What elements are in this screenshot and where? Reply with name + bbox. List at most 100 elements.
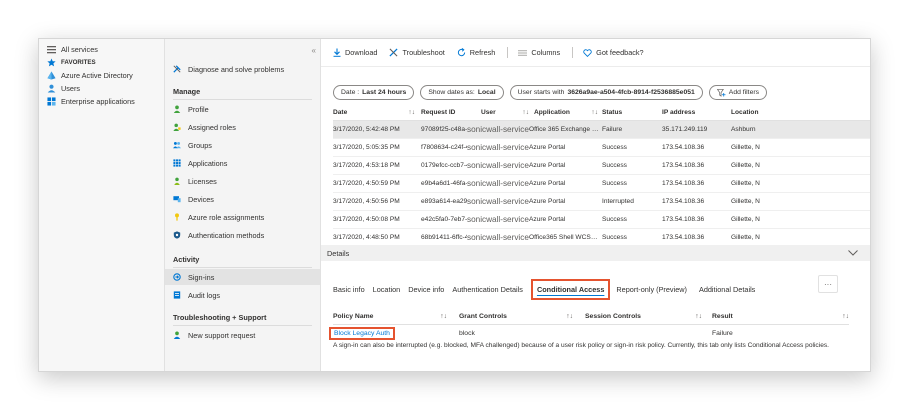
global-nav: All services FAVORITES Azure Active Dire… (39, 39, 165, 371)
col-header-result[interactable]: Result ↑↓ (712, 313, 849, 320)
col-header-label: Policy Name (333, 313, 374, 320)
col-header-location[interactable]: Location (731, 109, 781, 116)
list-icon (47, 45, 56, 54)
download-button[interactable]: Download (333, 48, 377, 57)
divider (173, 267, 312, 268)
heart-icon (583, 48, 592, 57)
menu-label: Groups (188, 140, 212, 150)
cell-ip: 173.54.108.36 (662, 198, 705, 205)
date-filter-value: Last 24 hours (362, 89, 407, 96)
cell-ip: 173.54.108.36 (662, 216, 705, 223)
menu-assigned-roles[interactable]: Assigned roles (173, 121, 236, 133)
collapse-menu-button[interactable]: « (312, 46, 316, 55)
col-header-label: Result (712, 313, 733, 320)
cell-date: 3/17/2020, 4:50:08 PM (333, 216, 400, 223)
users-icon (47, 84, 56, 93)
tab-conditional-access[interactable]: Conditional Access (530, 279, 611, 300)
menu-new-support-request[interactable]: New support request (173, 329, 255, 341)
show-dates-pill[interactable]: Show dates as: Local (420, 85, 504, 100)
menu-label: Audit logs (188, 290, 221, 300)
nav-all-services[interactable]: All services (39, 43, 164, 56)
col-header-user[interactable]: User ↑↓ (467, 109, 529, 116)
menu-devices[interactable]: Devices (173, 193, 214, 205)
toolbar-divider (572, 47, 574, 58)
table-row[interactable]: 3/17/2020, 5:05:35 PM f7808634-c24f-49f7… (333, 139, 870, 157)
tab-authentication-details[interactable]: Authentication Details (452, 285, 523, 294)
cell-status: Success (602, 180, 627, 187)
shield-icon (173, 231, 181, 239)
menu-sign-ins[interactable]: Sign-ins (173, 271, 214, 283)
table-row[interactable]: 3/17/2020, 4:50:08 PM e42c5fa0-7eb7-49db… (333, 211, 870, 229)
date-filter-prefix: Date : (341, 89, 360, 96)
add-filters-button[interactable]: Add filters (708, 85, 768, 100)
menu-profile[interactable]: Profile (173, 103, 209, 115)
cell-application: Azure Portal (529, 144, 566, 151)
activity-header: Activity (173, 255, 200, 264)
cell-date: 3/17/2020, 4:50:56 PM (333, 198, 400, 205)
cell-ip: 173.54.108.36 (662, 144, 705, 151)
tab-additional-details[interactable]: Additional Details (699, 285, 755, 294)
nav-enterprise-apps[interactable]: Enterprise applications (39, 95, 164, 108)
col-header-status[interactable]: Status (602, 109, 662, 116)
cell-request-id: f7808634-c24f-49f7-… (421, 144, 467, 151)
cell-location: Gillette, N (731, 216, 760, 223)
menu-audit-logs[interactable]: Audit logs (173, 289, 220, 301)
tab-report-only[interactable]: Report-only (Preview) (616, 285, 687, 294)
cell-request-id: 68b91411-6ffc-4161-… (421, 234, 467, 241)
table-row[interactable]: 3/17/2020, 4:50:59 PM e9b4a6d1-46fa-4b70… (333, 175, 870, 193)
table-row[interactable]: 3/17/2020, 5:42:48 PM 97089f25-c48a-485f… (333, 121, 870, 139)
cell-application: Office 365 Exchange … (529, 126, 599, 133)
feedback-label: Got feedback? (596, 48, 644, 57)
col-header-session[interactable]: Session Controls ↑↓ (585, 313, 712, 320)
refresh-button[interactable]: Refresh (457, 48, 495, 57)
cell-result: Failure (712, 329, 733, 337)
menu-label: Profile (188, 104, 209, 114)
menu-applications[interactable]: Applications (173, 157, 227, 169)
troubleshoot-button[interactable]: Troubleshoot (389, 48, 445, 57)
col-header-request-id[interactable]: Request ID (421, 109, 467, 116)
license-icon (173, 177, 181, 185)
col-header-label: Date (333, 109, 348, 116)
details-label: Details (327, 248, 350, 258)
nav-users[interactable]: Users (39, 82, 164, 95)
policy-link[interactable]: Block Legacy Auth (329, 326, 395, 340)
audit-icon (173, 291, 181, 299)
nav-azure-ad[interactable]: Azure Active Directory (39, 69, 164, 82)
details-tabs: Basic info Location Device info Authenti… (333, 279, 763, 300)
cell-date: 3/17/2020, 5:05:35 PM (333, 144, 400, 151)
menu-licenses[interactable]: Licenses (173, 175, 217, 187)
feedback-button[interactable]: Got feedback? (583, 48, 644, 57)
chevron-down-icon[interactable] (848, 250, 858, 256)
cell-status: Success (602, 162, 627, 169)
columns-button[interactable]: Columns (518, 48, 560, 57)
menu-diagnose[interactable]: Diagnose and solve problems (173, 63, 284, 75)
tab-basic-info[interactable]: Basic info (333, 285, 365, 294)
col-header-date[interactable]: Date ↑↓ (333, 109, 421, 116)
menu-label: Sign-ins (188, 272, 215, 282)
date-filter-pill[interactable]: Date : Last 24 hours (333, 85, 415, 100)
menu-groups[interactable]: Groups (173, 139, 212, 151)
tab-location[interactable]: Location (373, 285, 401, 294)
cell-user: sonicwall-service-user (467, 197, 529, 206)
cell-location: Gillette, N (731, 144, 760, 151)
col-header-grant[interactable]: Grant Controls ↑↓ (459, 313, 585, 320)
tab-device-info[interactable]: Device info (408, 285, 444, 294)
col-header-ip[interactable]: IP address (662, 109, 731, 116)
resource-menu: « Diagnose and solve problems Manage Pro… (165, 39, 321, 371)
sort-icon: ↑↓ (522, 109, 529, 116)
download-icon (333, 48, 341, 57)
col-header-application[interactable]: Application ↑↓ (529, 109, 602, 116)
menu-authentication-methods[interactable]: Authentication methods (173, 229, 264, 241)
wrench-icon (173, 65, 181, 73)
nav-label: Azure Active Directory (61, 71, 133, 80)
cell-ip: 173.54.108.36 (662, 180, 705, 187)
menu-azure-role-assignments[interactable]: Azure role assignments (173, 211, 264, 223)
cell-application: Azure Portal (529, 198, 566, 205)
details-panel-header[interactable]: Details (321, 245, 870, 261)
user-filter-pill[interactable]: User starts with 3626a9ae-a504-4fcb-8914-… (509, 85, 703, 100)
col-header-policy[interactable]: Policy Name ↑↓ (333, 313, 459, 320)
cell-status: Success (602, 216, 627, 223)
table-row[interactable]: 3/17/2020, 4:50:56 PM e893a614-ea29-4d7…… (333, 193, 870, 211)
table-row[interactable]: 3/17/2020, 4:53:18 PM 0179efcc-ccb7-4111… (333, 157, 870, 175)
more-tabs-button[interactable]: ··· (818, 275, 838, 293)
